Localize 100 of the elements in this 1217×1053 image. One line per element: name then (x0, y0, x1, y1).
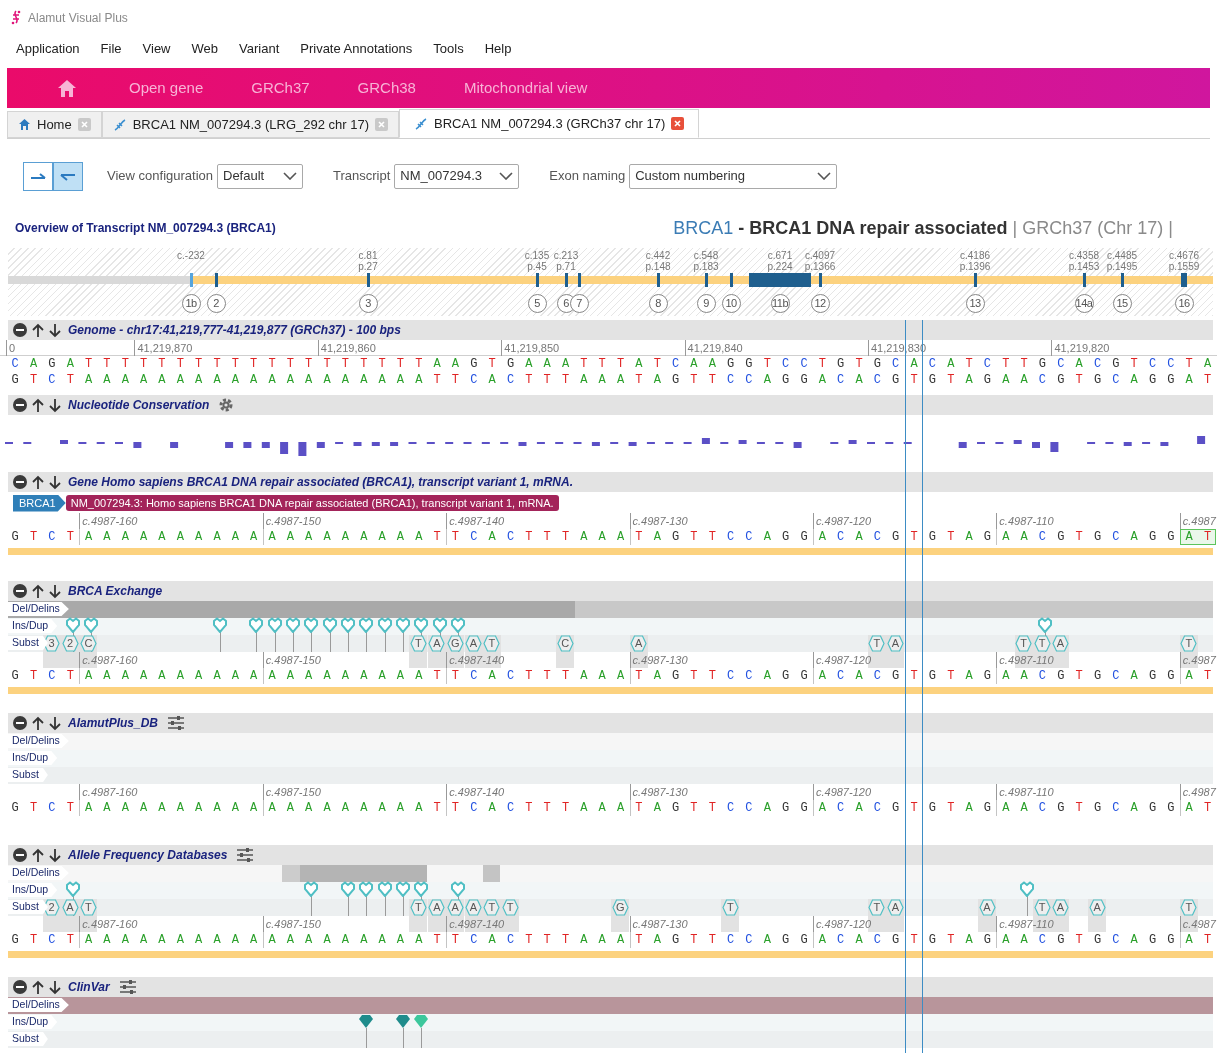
menu-item[interactable]: Web (191, 38, 218, 59)
ruler-label: c.4987-130 (629, 784, 688, 800)
leader-line (385, 896, 386, 916)
ruler-label: c.4987-110 (996, 513, 1054, 529)
arrow-down-icon[interactable] (49, 847, 61, 863)
collapse-icon[interactable] (13, 323, 27, 337)
menu-item[interactable]: Application (16, 38, 80, 59)
collapse-icon[interactable] (13, 716, 27, 730)
strand-toggle-button[interactable] (53, 161, 83, 191)
substitution-marker: A (1051, 635, 1069, 652)
tab[interactable]: BRCA1 NM_007294.3 (GRCh37 chr 17) (399, 109, 700, 138)
leader-line (330, 632, 331, 652)
ruler-label: c.4987-120 (812, 784, 871, 800)
leader-line (366, 1028, 367, 1048)
arrow-down-icon[interactable] (49, 322, 61, 338)
ruler-label: c.4987-140 (446, 784, 505, 800)
gene-heading: BRCA1 - BRCA1 DNA repair associated | GRCh37 (Chr 17) | (673, 216, 1173, 240)
substitution-marker: A (446, 899, 464, 916)
arrow-up-icon[interactable] (32, 847, 44, 863)
leader-line (293, 632, 294, 652)
settings-icon[interactable] (218, 397, 235, 413)
leader-line (220, 632, 221, 652)
substitution-marker: T (721, 899, 739, 916)
menu-item[interactable]: Variant (239, 38, 280, 59)
exon-c-label: c.4097 (805, 250, 835, 261)
arrow-up-icon[interactable] (32, 583, 44, 599)
tab[interactable]: Home (7, 111, 102, 138)
lane-label: Subst (8, 636, 48, 650)
sliders-icon[interactable] (236, 847, 255, 863)
exon-number: 10 (721, 294, 741, 313)
ruler-label: c.4987-130 (629, 513, 688, 529)
collapse-icon[interactable] (13, 980, 27, 994)
track-title: BRCA Exchange (68, 583, 163, 600)
arrow-down-icon[interactable] (49, 583, 61, 599)
ruler-label: c.4987-160 (79, 784, 138, 800)
substitution-marker: T (409, 635, 427, 652)
sliders-icon[interactable] (167, 715, 186, 731)
lane-label: Subst (8, 1032, 48, 1046)
substitution-marker: T (1015, 635, 1033, 652)
exon-c-label: c.442 (645, 250, 671, 261)
ruler-label: c.4987-140 (446, 513, 505, 529)
collapse-icon[interactable] (13, 848, 27, 862)
chevron-down-icon (499, 172, 514, 180)
substitution-marker: A (978, 899, 996, 916)
track-title: AlamutPlus_DB (68, 715, 159, 732)
arrow-down-icon[interactable] (49, 474, 61, 490)
leader-line (403, 896, 404, 916)
home-icon[interactable] (57, 78, 77, 98)
overview-title: Overview of Transcript NM_007294.3 (BRCA1) (15, 220, 276, 237)
arrow-down-icon[interactable] (49, 715, 61, 731)
ruler-label: c.4987-110 (996, 784, 1054, 800)
ruler-label: c.4987-150 (262, 513, 321, 529)
ruler-label: c.4987-120 (812, 652, 871, 668)
track-title: Allele Frequency Databases (68, 847, 228, 864)
leader-line (385, 632, 386, 652)
menu-item[interactable]: View (142, 38, 171, 59)
collapse-icon[interactable] (13, 398, 27, 412)
tab[interactable]: BRCA1 NM_007294.3 (LRG_292 chr 17) (101, 111, 399, 138)
exon-p-label: p.1495 (1106, 261, 1138, 272)
substitution-marker: C (79, 635, 97, 652)
arrow-up-icon[interactable] (32, 322, 44, 338)
track-title: Gene Homo sapiens BRCA1 DNA repair associated (BRCA1), transcript variant 1, mRNA. (68, 474, 574, 491)
close-icon[interactable] (671, 117, 685, 130)
substitution-marker: T (868, 899, 886, 916)
field-label: Transcript (333, 167, 391, 186)
menu-item[interactable]: Help (484, 38, 512, 59)
arrow-up-icon[interactable] (32, 474, 44, 490)
leader-line (366, 632, 367, 652)
exon-number: 7 (569, 294, 589, 313)
leader-line (311, 632, 312, 652)
leader-line (311, 896, 312, 916)
leader-line (256, 632, 257, 652)
collapse-icon[interactable] (13, 584, 27, 598)
strand-toggle-button[interactable] (23, 161, 53, 191)
ruler-label: c.4987-120 (812, 916, 871, 932)
arrow-up-icon[interactable] (32, 979, 44, 995)
deletion-band (483, 865, 500, 882)
arrow-up-icon[interactable] (32, 397, 44, 413)
exon-c-label: c.4186 (960, 250, 990, 261)
leader-line (403, 632, 404, 652)
arrow-up-icon[interactable] (32, 715, 44, 731)
substitution-marker: A (465, 899, 482, 916)
leader-line (1027, 896, 1028, 916)
sliders-icon[interactable] (118, 979, 137, 995)
substitution-marker: T (1033, 899, 1051, 916)
arrow-down-icon[interactable] (49, 979, 61, 995)
menu-item[interactable]: Tools (433, 38, 464, 59)
dropdown[interactable]: Default (217, 163, 303, 189)
arrow-down-icon[interactable] (49, 397, 61, 413)
exon-c-label: c.135 (524, 250, 550, 261)
leader-line (275, 632, 276, 652)
substitution-marker: A (428, 635, 446, 652)
menu-item[interactable]: Private Annotations (300, 38, 413, 59)
menu-item[interactable]: File (100, 38, 122, 59)
dropdown[interactable]: NM_007294.3 (394, 163, 520, 189)
collapse-icon[interactable] (13, 475, 27, 489)
substitution-marker: A (886, 899, 904, 916)
exon-c-label: c.548 (693, 250, 719, 261)
dropdown[interactable]: Custom numbering (629, 163, 838, 189)
dna-icon (414, 116, 428, 131)
